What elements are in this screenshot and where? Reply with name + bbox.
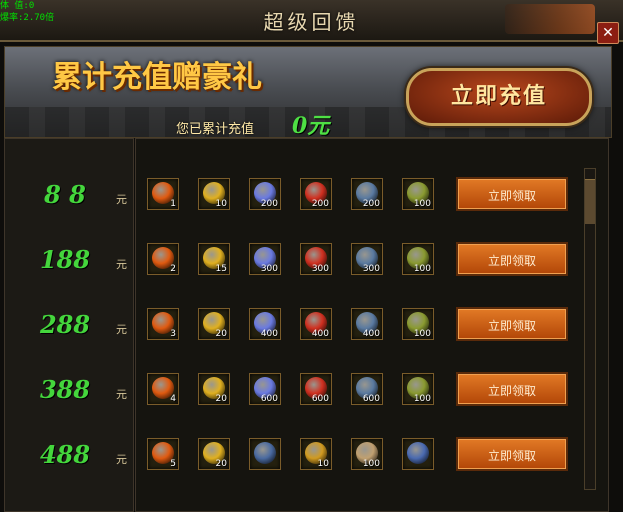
reward-slot[interactable]: 600 — [249, 373, 281, 405]
reward-slot[interactable]: 3 — [147, 308, 179, 340]
reward-count: 4 — [170, 394, 176, 404]
reward-slot[interactable]: 100 — [402, 308, 434, 340]
window-title: 超级回馈 — [263, 10, 360, 34]
reward-count: 100 — [362, 459, 380, 469]
tier-amount: 8 8 — [44, 180, 86, 209]
reward-slot[interactable]: 2 — [147, 243, 179, 275]
reward-count: 600 — [362, 394, 380, 404]
reward-slot[interactable]: 4 — [147, 373, 179, 405]
recharge-now-button[interactable]: 立即充值 — [406, 68, 592, 126]
reward-count: 100 — [413, 329, 431, 339]
reward-count: 10 — [215, 199, 227, 209]
reward-slot[interactable]: 300 — [351, 243, 383, 275]
reward-slot[interactable]: 20 — [198, 438, 230, 470]
reward-slot[interactable]: 600 — [300, 373, 332, 405]
yuan-unit-label: 元 — [116, 388, 127, 401]
book-icon — [407, 442, 429, 464]
reward-count: 10 — [317, 459, 329, 469]
reward-count: 20 — [215, 459, 227, 469]
reward-count: 300 — [311, 264, 329, 274]
tier-amount: 288 — [39, 310, 91, 339]
reward-slot[interactable]: 20 — [198, 308, 230, 340]
reward-count: 100 — [413, 394, 431, 404]
reward-slot[interactable]: 5 — [147, 438, 179, 470]
reward-slot[interactable]: 100 — [351, 438, 383, 470]
tier-amount: 388 — [39, 375, 91, 404]
reward-count: 400 — [260, 329, 278, 339]
debug-overlay: 体 值:0 爆率:2.70倍 — [0, 0, 54, 24]
title-bar: 超级回馈 体 值:0 爆率:2.70倍 ✕ — [0, 0, 623, 44]
claim-reward-button[interactable]: 立即领取 — [456, 307, 568, 341]
reward-count: 15 — [215, 264, 227, 274]
reward-count: 100 — [413, 264, 431, 274]
reward-count: 300 — [260, 264, 278, 274]
reward-count: 200 — [260, 199, 278, 209]
reward-count: 300 — [362, 264, 380, 274]
axe-icon — [254, 442, 276, 464]
reward-slot[interactable]: 200 — [249, 178, 281, 210]
claim-reward-button[interactable]: 立即领取 — [456, 177, 568, 211]
reward-slot[interactable]: 100 — [402, 373, 434, 405]
reward-slot[interactable]: 300 — [249, 243, 281, 275]
debug-line: 爆率:2.70倍 — [0, 13, 55, 23]
yuan-unit-label: 元 — [116, 453, 127, 466]
reward-slot[interactable] — [249, 438, 281, 470]
reward-count: 5 — [170, 459, 176, 469]
reward-count: 20 — [215, 329, 227, 339]
reward-count: 600 — [311, 394, 329, 404]
reward-slot[interactable]: 200 — [351, 178, 383, 210]
reward-count: 100 — [413, 199, 431, 209]
scroll-thumb[interactable] — [585, 179, 595, 224]
claim-reward-button[interactable]: 立即领取 — [456, 242, 568, 276]
reward-slot[interactable]: 400 — [351, 308, 383, 340]
yuan-unit-label: 元 — [116, 258, 127, 271]
claim-reward-button[interactable]: 立即领取 — [456, 372, 568, 406]
tier-amount: 188 — [39, 245, 91, 274]
reward-slot[interactable]: 400 — [300, 308, 332, 340]
reward-slot[interactable]: 100 — [402, 243, 434, 275]
reward-slot[interactable]: 200 — [300, 178, 332, 210]
reward-list-scrollbar[interactable] — [584, 168, 596, 490]
reward-count: 400 — [311, 329, 329, 339]
reward-slot[interactable]: 300 — [300, 243, 332, 275]
close-button[interactable]: ✕ — [597, 22, 619, 44]
reward-count: 200 — [311, 199, 329, 209]
reward-count: 200 — [362, 199, 380, 209]
yuan-unit-label: 元 — [116, 193, 127, 206]
reward-count: 20 — [215, 394, 227, 404]
reward-count: 3 — [170, 329, 176, 339]
reward-slot[interactable]: 20 — [198, 373, 230, 405]
debug-line: 体 值:0 — [0, 1, 35, 11]
reward-slot[interactable]: 600 — [351, 373, 383, 405]
reward-slot[interactable]: 400 — [249, 308, 281, 340]
yuan-unit-label: 元 — [116, 323, 127, 336]
reward-slot[interactable]: 1 — [147, 178, 179, 210]
reward-slot[interactable]: 10 — [300, 438, 332, 470]
claim-reward-button[interactable]: 立即领取 — [456, 437, 568, 471]
reward-slot[interactable]: 15 — [198, 243, 230, 275]
reward-count: 2 — [170, 264, 176, 274]
reward-slot[interactable] — [402, 438, 434, 470]
reward-count: 400 — [362, 329, 380, 339]
total-recharge-label: 您已累计充值 — [176, 122, 255, 137]
tier-amount: 488 — [39, 440, 91, 469]
reward-count: 1 — [170, 199, 176, 209]
total-recharge-value: 0元 — [292, 113, 330, 139]
close-icon: ✕ — [602, 25, 614, 41]
reward-count: 600 — [260, 394, 278, 404]
reward-slot[interactable]: 10 — [198, 178, 230, 210]
reward-slot[interactable]: 100 — [402, 178, 434, 210]
banner-slogan: 累计充值赠豪礼 — [52, 60, 262, 95]
